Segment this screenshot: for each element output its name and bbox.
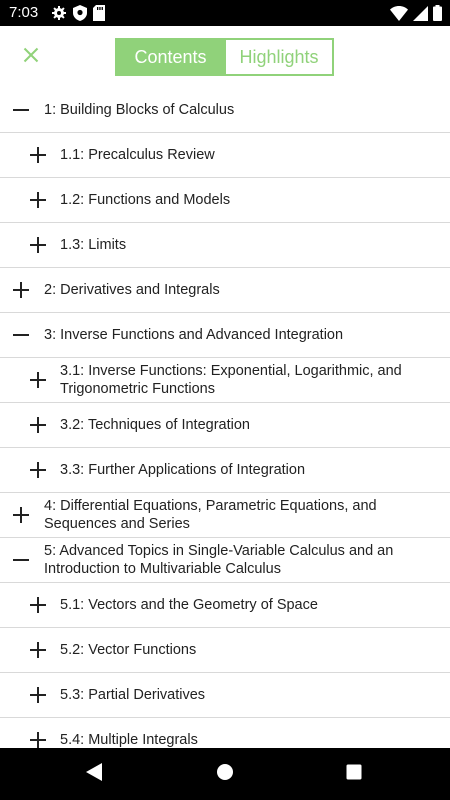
status-left-icons [51, 5, 105, 21]
toc-item[interactable]: 5.1: Vectors and the Geometry of Space [0, 583, 450, 628]
toc-item-label: 4: Differential Equations, Parametric Eq… [44, 498, 377, 532]
toc-item-label: 3: Inverse Functions and Advanced Integr… [44, 327, 344, 343]
plus-icon[interactable] [29, 596, 47, 614]
home-icon [216, 763, 234, 786]
plus-icon[interactable] [29, 731, 47, 748]
toc-item[interactable]: 3: Inverse Functions and Advanced Integr… [0, 313, 450, 358]
recents-icon [346, 764, 362, 785]
cell-signal-icon [413, 5, 428, 21]
plus-icon[interactable] [29, 641, 47, 659]
wifi-icon [390, 5, 408, 21]
gear-icon [51, 5, 67, 21]
plus-icon[interactable] [29, 461, 47, 479]
toc-item[interactable]: 4: Differential Equations, Parametric Eq… [0, 493, 450, 538]
toc-item[interactable]: 2: Derivatives and Integrals [0, 268, 450, 313]
toc-item[interactable]: 5: Advanced Topics in Single-Variable Ca… [0, 538, 450, 583]
plus-icon[interactable] [29, 416, 47, 434]
toc-item[interactable]: 1.1: Precalculus Review [0, 133, 450, 178]
toc-item[interactable]: 3.2: Techniques of Integration [0, 403, 450, 448]
status-bar: 7:03 [0, 0, 450, 26]
toc-item-label: 1: Building Blocks of Calculus [44, 102, 235, 118]
navigation-bar [0, 748, 450, 800]
toc-item-label: 1.3: Limits [60, 237, 127, 253]
tab-highlights[interactable]: Highlights [224, 40, 332, 74]
toc-item-label: 3.1: Inverse Functions: Exponential, Log… [60, 363, 402, 397]
toc-item[interactable]: 1.3: Limits [0, 223, 450, 268]
toc-item-label: 5.3: Partial Derivatives [60, 687, 206, 703]
toc-item[interactable]: 5.3: Partial Derivatives [0, 673, 450, 718]
plus-icon[interactable] [12, 506, 30, 524]
toc-item-label: 5.4: Multiple Integrals [60, 732, 198, 748]
toc-list: 1: Building Blocks of Calculus 1.1: Preca… [0, 88, 450, 748]
minus-icon[interactable] [12, 551, 30, 569]
top-bar: Contents Highlights [0, 26, 450, 89]
toc-item[interactable]: 3.1: Inverse Functions: Exponential, Log… [0, 358, 450, 403]
back-button[interactable] [82, 762, 106, 786]
plus-icon[interactable] [29, 146, 47, 164]
close-icon [23, 47, 39, 68]
plus-icon[interactable] [12, 281, 30, 299]
home-button[interactable] [213, 762, 237, 786]
close-button[interactable] [14, 40, 48, 74]
toc-item-label: 3.2: Techniques of Integration [60, 417, 250, 433]
toc-item[interactable]: 5.4: Multiple Integrals [0, 718, 450, 748]
plus-icon[interactable] [29, 191, 47, 209]
plus-icon[interactable] [29, 371, 47, 389]
toc-item-label: 5: Advanced Topics in Single-Variable Ca… [44, 543, 394, 577]
back-icon [85, 762, 103, 787]
toc-item-label: 1.2: Functions and Models [60, 192, 231, 208]
battery-icon [433, 5, 442, 21]
toc-item[interactable]: 3.3: Further Applications of Integration [0, 448, 450, 493]
toc-item-label: 2: Derivatives and Integrals [44, 282, 220, 298]
toc-item[interactable]: 1.2: Functions and Models [0, 178, 450, 223]
recents-button[interactable] [342, 762, 366, 786]
minus-icon[interactable] [12, 326, 30, 344]
status-right-icons [390, 4, 442, 22]
shield-icon [73, 5, 87, 21]
tab-group: Contents Highlights [115, 38, 334, 76]
toc-item-label: 1.1: Precalculus Review [60, 147, 215, 163]
screen: 7:03 Contents Highlights 1: Building Blo… [0, 0, 450, 800]
toc-item-label: 5.2: Vector Functions [60, 642, 197, 658]
minus-icon[interactable] [12, 101, 30, 119]
tab-contents[interactable]: Contents [117, 40, 224, 74]
plus-icon[interactable] [29, 236, 47, 254]
sd-card-icon [93, 5, 105, 21]
toc-item[interactable]: 1: Building Blocks of Calculus [0, 88, 450, 133]
plus-icon[interactable] [29, 686, 47, 704]
toc-item-label: 5.1: Vectors and the Geometry of Space [60, 597, 318, 613]
status-time: 7:03 [9, 4, 39, 21]
toc-item-label: 3.3: Further Applications of Integration [60, 462, 306, 478]
toc-item[interactable]: 5.2: Vector Functions [0, 628, 450, 673]
